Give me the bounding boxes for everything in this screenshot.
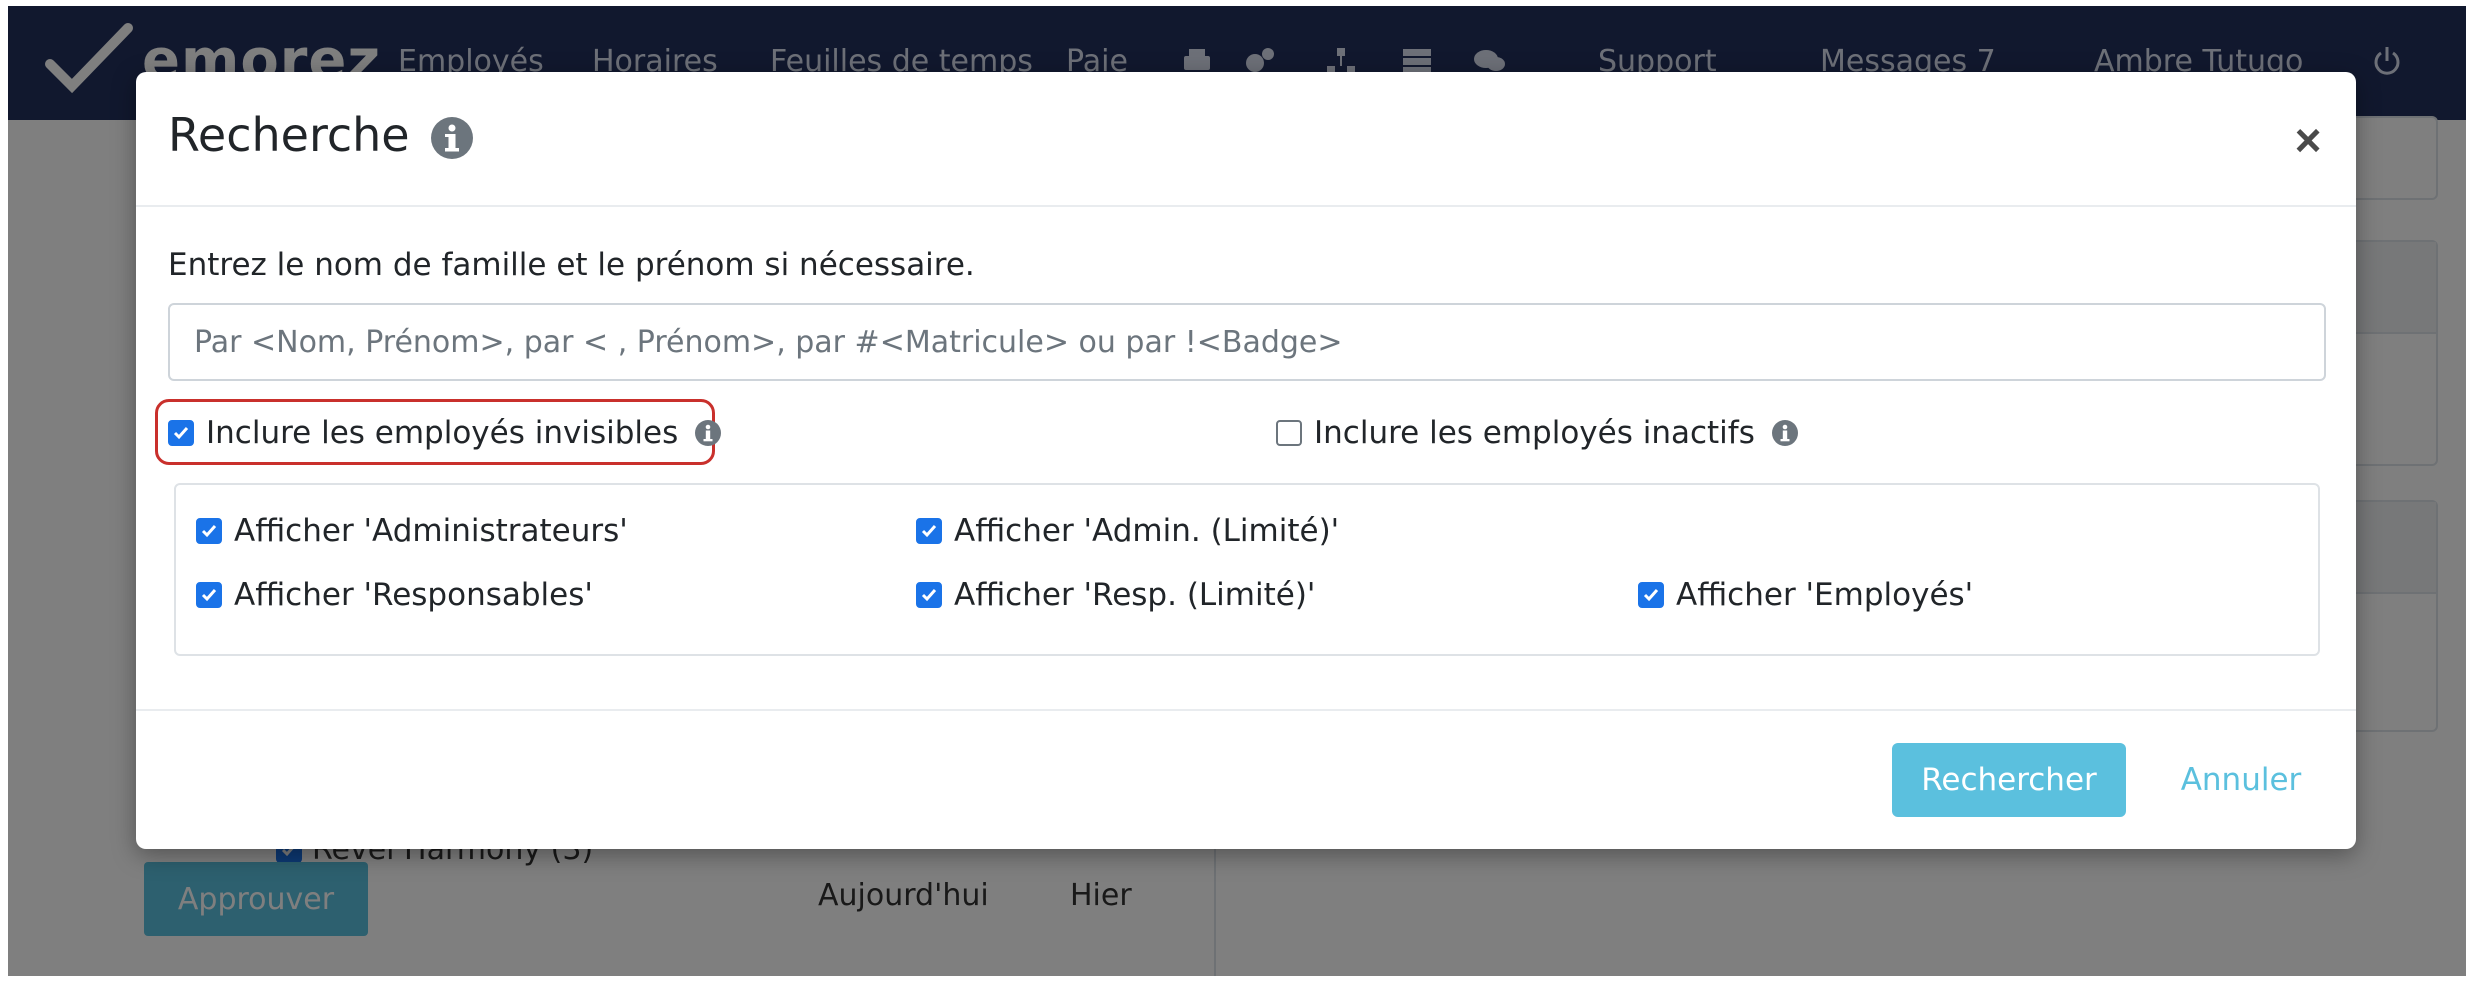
role-option-employees[interactable]: Afficher 'Employés': [1638, 577, 1973, 613]
app-window: emorez Employés Horaires Feuilles de tem…: [8, 6, 2466, 976]
role-option-administrators[interactable]: Afficher 'Administrateurs': [196, 513, 628, 549]
include-inactive-label: Inclure les employés inactifs: [1314, 415, 1755, 451]
info-circle-icon[interactable]: [430, 116, 474, 160]
role-label: Afficher 'Responsables': [234, 577, 593, 613]
role-checkbox[interactable]: [1638, 582, 1664, 608]
modal-body: Entrez le nom de famille et le prénom si…: [136, 207, 2356, 725]
role-checkbox[interactable]: [916, 582, 942, 608]
search-hint: Entrez le nom de famille et le prénom si…: [168, 247, 975, 283]
include-invisible-label: Inclure les employés invisibles: [206, 415, 679, 451]
include-invisible-checkbox[interactable]: [168, 420, 194, 446]
search-button[interactable]: Rechercher: [1892, 743, 2126, 817]
include-inactive-option[interactable]: Inclure les employés inactifs: [1276, 415, 1799, 451]
role-label: Afficher 'Employés': [1676, 577, 1974, 613]
role-option-managers[interactable]: Afficher 'Responsables': [196, 577, 593, 613]
role-label: Afficher 'Resp. (Limité)': [954, 577, 1316, 613]
role-checkbox[interactable]: [196, 582, 222, 608]
role-checkbox[interactable]: [196, 518, 222, 544]
role-checkbox[interactable]: [916, 518, 942, 544]
role-filters-box: Afficher 'Administrateurs' Afficher 'Adm…: [174, 483, 2320, 656]
search-modal: Recherche × Entrez le nom de famille et …: [136, 72, 2356, 849]
info-circle-icon[interactable]: [1771, 419, 1799, 447]
role-option-admin-limited[interactable]: Afficher 'Admin. (Limité)': [916, 513, 1339, 549]
role-label: Afficher 'Administrateurs': [234, 513, 628, 549]
include-inactive-checkbox[interactable]: [1276, 420, 1302, 446]
role-label: Afficher 'Admin. (Limité)': [954, 513, 1340, 549]
modal-header: Recherche ×: [136, 72, 2356, 207]
modal-title: Recherche: [168, 108, 410, 162]
info-circle-icon[interactable]: [694, 419, 722, 447]
close-button[interactable]: ×: [2284, 116, 2332, 164]
search-input[interactable]: [168, 303, 2326, 381]
cancel-button[interactable]: Annuler: [2166, 743, 2316, 817]
modal-footer: Rechercher Annuler: [136, 709, 2356, 849]
role-option-manager-limited[interactable]: Afficher 'Resp. (Limité)': [916, 577, 1315, 613]
include-invisible-option[interactable]: Inclure les employés invisibles: [168, 415, 722, 451]
